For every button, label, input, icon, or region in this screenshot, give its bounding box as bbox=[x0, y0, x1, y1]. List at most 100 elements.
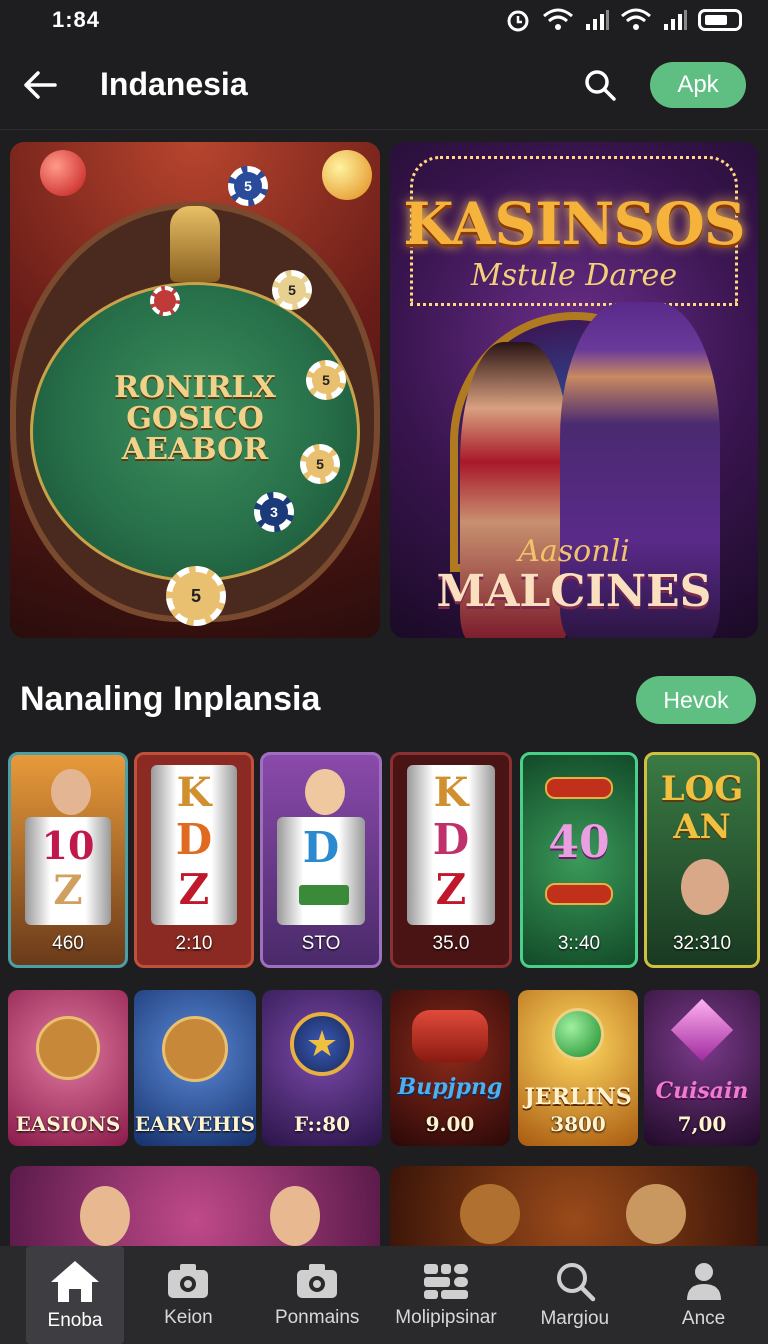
character-face bbox=[305, 769, 345, 815]
banner-roulette-table[interactable]: RONIRLX GOSICO AEABOR 5 5 5 5 3 5 bbox=[10, 142, 380, 638]
apk-button[interactable]: Apk bbox=[650, 61, 746, 108]
casino-chip: 3 bbox=[254, 492, 294, 532]
reel-glyph: D bbox=[432, 815, 470, 864]
banner-ribbon-decoration bbox=[545, 777, 613, 799]
reel-glyph: Z bbox=[53, 867, 83, 914]
nav-item-home[interactable]: Enoba bbox=[26, 1246, 124, 1344]
promo-banner[interactable] bbox=[390, 1166, 758, 1256]
brass-bell-decoration bbox=[170, 206, 220, 282]
cannon-decoration bbox=[412, 1010, 488, 1062]
slot-reel: K D Z bbox=[407, 765, 495, 925]
game-tile[interactable]: D STO bbox=[260, 752, 382, 968]
search-button[interactable] bbox=[570, 55, 630, 115]
game-tile[interactable]: K D Z 2:10 bbox=[134, 752, 254, 968]
star-medallion-icon: ★ bbox=[290, 1012, 354, 1076]
game-tile-label: 32:310 bbox=[672, 933, 732, 954]
game-tile[interactable]: ★ F::80 bbox=[262, 990, 382, 1146]
reel-glyph: 10 bbox=[41, 823, 95, 868]
diamond-icon bbox=[670, 998, 734, 1062]
game-tile[interactable]: K D Z 35.0 bbox=[390, 752, 512, 968]
game-tile-title: Cuisain bbox=[655, 1078, 749, 1104]
game-tile[interactable]: 40 3::40 bbox=[520, 752, 638, 968]
cougar-face bbox=[36, 1016, 100, 1080]
banner-big-text: MALCINES bbox=[436, 566, 712, 617]
game-tile-label: 460 bbox=[52, 933, 84, 954]
status-icons bbox=[504, 7, 742, 33]
nav-label: Margiou bbox=[540, 1308, 610, 1329]
game-tile-label: 9.00 bbox=[425, 1112, 475, 1136]
status-bar: 1:84 bbox=[0, 0, 768, 40]
game-tile-label: F::80 bbox=[293, 1112, 351, 1136]
casino-chip bbox=[150, 286, 180, 316]
character-face bbox=[681, 859, 729, 915]
wifi-icon bbox=[543, 8, 573, 30]
nav-item-margiou[interactable]: Margiou bbox=[510, 1246, 639, 1344]
slot-reel: 10 Z bbox=[25, 817, 111, 925]
gold-ball-decoration bbox=[322, 150, 372, 200]
character-face bbox=[80, 1186, 130, 1246]
game-tile-label: 7,00 bbox=[677, 1112, 727, 1136]
nav-item-ance[interactable]: Ance bbox=[639, 1246, 768, 1344]
status-time: 1:84 bbox=[52, 7, 101, 32]
back-button[interactable] bbox=[0, 40, 80, 130]
casino-chip: 5 bbox=[306, 360, 346, 400]
nav-label: Ponmains bbox=[274, 1307, 360, 1328]
game-tile-label: 2:10 bbox=[175, 933, 213, 954]
search-icon bbox=[556, 1263, 596, 1302]
app-bar: Indanesia Apk bbox=[0, 40, 768, 130]
game-tile[interactable]: EARVEHIS bbox=[134, 990, 256, 1146]
section-title: Nanaling Inplansia bbox=[20, 680, 321, 718]
nav-item-keion[interactable]: Keion bbox=[124, 1246, 253, 1344]
wifi-icon bbox=[621, 8, 651, 30]
casino-chip: 5 bbox=[228, 166, 268, 206]
red-ball-decoration bbox=[40, 150, 86, 196]
reel-glyph: K bbox=[176, 769, 212, 816]
banner-kasinsos[interactable]: KASINSOS Mstule Daree Aasonli MALCINES bbox=[390, 142, 758, 638]
section-more-button[interactable]: Hevok bbox=[636, 676, 756, 724]
reel-glyph: 40 bbox=[548, 817, 610, 868]
game-tile[interactable]: 10 Z 460 bbox=[8, 752, 128, 968]
casino-chip: 5 bbox=[166, 566, 226, 626]
game-tile[interactable]: Bupjpng 9.00 bbox=[390, 990, 510, 1146]
game-tile-title: Bupjpng bbox=[397, 1074, 503, 1100]
game-tile[interactable]: EASIONS bbox=[8, 990, 128, 1146]
money-bundle-decoration bbox=[299, 885, 349, 905]
arrow-left-icon bbox=[24, 70, 57, 99]
table-text: RONIRLX GOSICO AEABOR bbox=[114, 370, 276, 467]
game-tile-title: JERLINS bbox=[524, 1084, 632, 1110]
reel-glyph: Z bbox=[178, 865, 210, 914]
reel-glyph: D bbox=[175, 815, 213, 864]
banner-title: KASINSOS bbox=[403, 190, 745, 258]
banner-ribbon-decoration bbox=[545, 883, 613, 905]
home-icon bbox=[51, 1261, 99, 1302]
lion-face bbox=[460, 1184, 520, 1244]
slot-reel: D bbox=[277, 817, 365, 925]
signal-icon bbox=[664, 10, 687, 30]
casino-chip: 5 bbox=[300, 444, 340, 484]
game-tile-label: STO bbox=[301, 933, 341, 954]
alarm-icon bbox=[507, 10, 529, 32]
nav-label: Keion bbox=[164, 1307, 213, 1328]
nav-item-molipipsinar[interactable]: Molipipsinar bbox=[382, 1246, 511, 1344]
promo-banner[interactable] bbox=[10, 1166, 380, 1256]
banner-script-text: Aasonli bbox=[518, 534, 630, 569]
nav-item-ponmains[interactable]: Ponmains bbox=[253, 1246, 382, 1344]
battery-icon bbox=[698, 9, 742, 31]
slot-reel: K D Z bbox=[151, 765, 237, 925]
camera-icon bbox=[297, 1264, 338, 1298]
casino-chip: 5 bbox=[272, 270, 312, 310]
page-title: Indanesia bbox=[100, 66, 248, 102]
game-tile-label: 3::40 bbox=[557, 933, 601, 954]
game-tile-label: EARVEHIS bbox=[134, 1112, 256, 1136]
nav-label: Enoba bbox=[47, 1310, 103, 1331]
game-tile[interactable]: Cuisain 7,00 bbox=[644, 990, 760, 1146]
game-tile[interactable]: LOG AN 32:310 bbox=[644, 752, 760, 968]
game-tile-label: EASIONS bbox=[15, 1112, 121, 1136]
reel-glyph: LOG bbox=[660, 769, 744, 809]
game-tile-label: 3800 bbox=[550, 1112, 606, 1136]
reel-glyph: Z bbox=[435, 865, 467, 914]
game-tile[interactable]: JERLINS 3800 bbox=[518, 990, 638, 1146]
cougar-face bbox=[626, 1184, 686, 1244]
cougar-face bbox=[162, 1016, 228, 1082]
grid-icon bbox=[423, 1264, 468, 1299]
